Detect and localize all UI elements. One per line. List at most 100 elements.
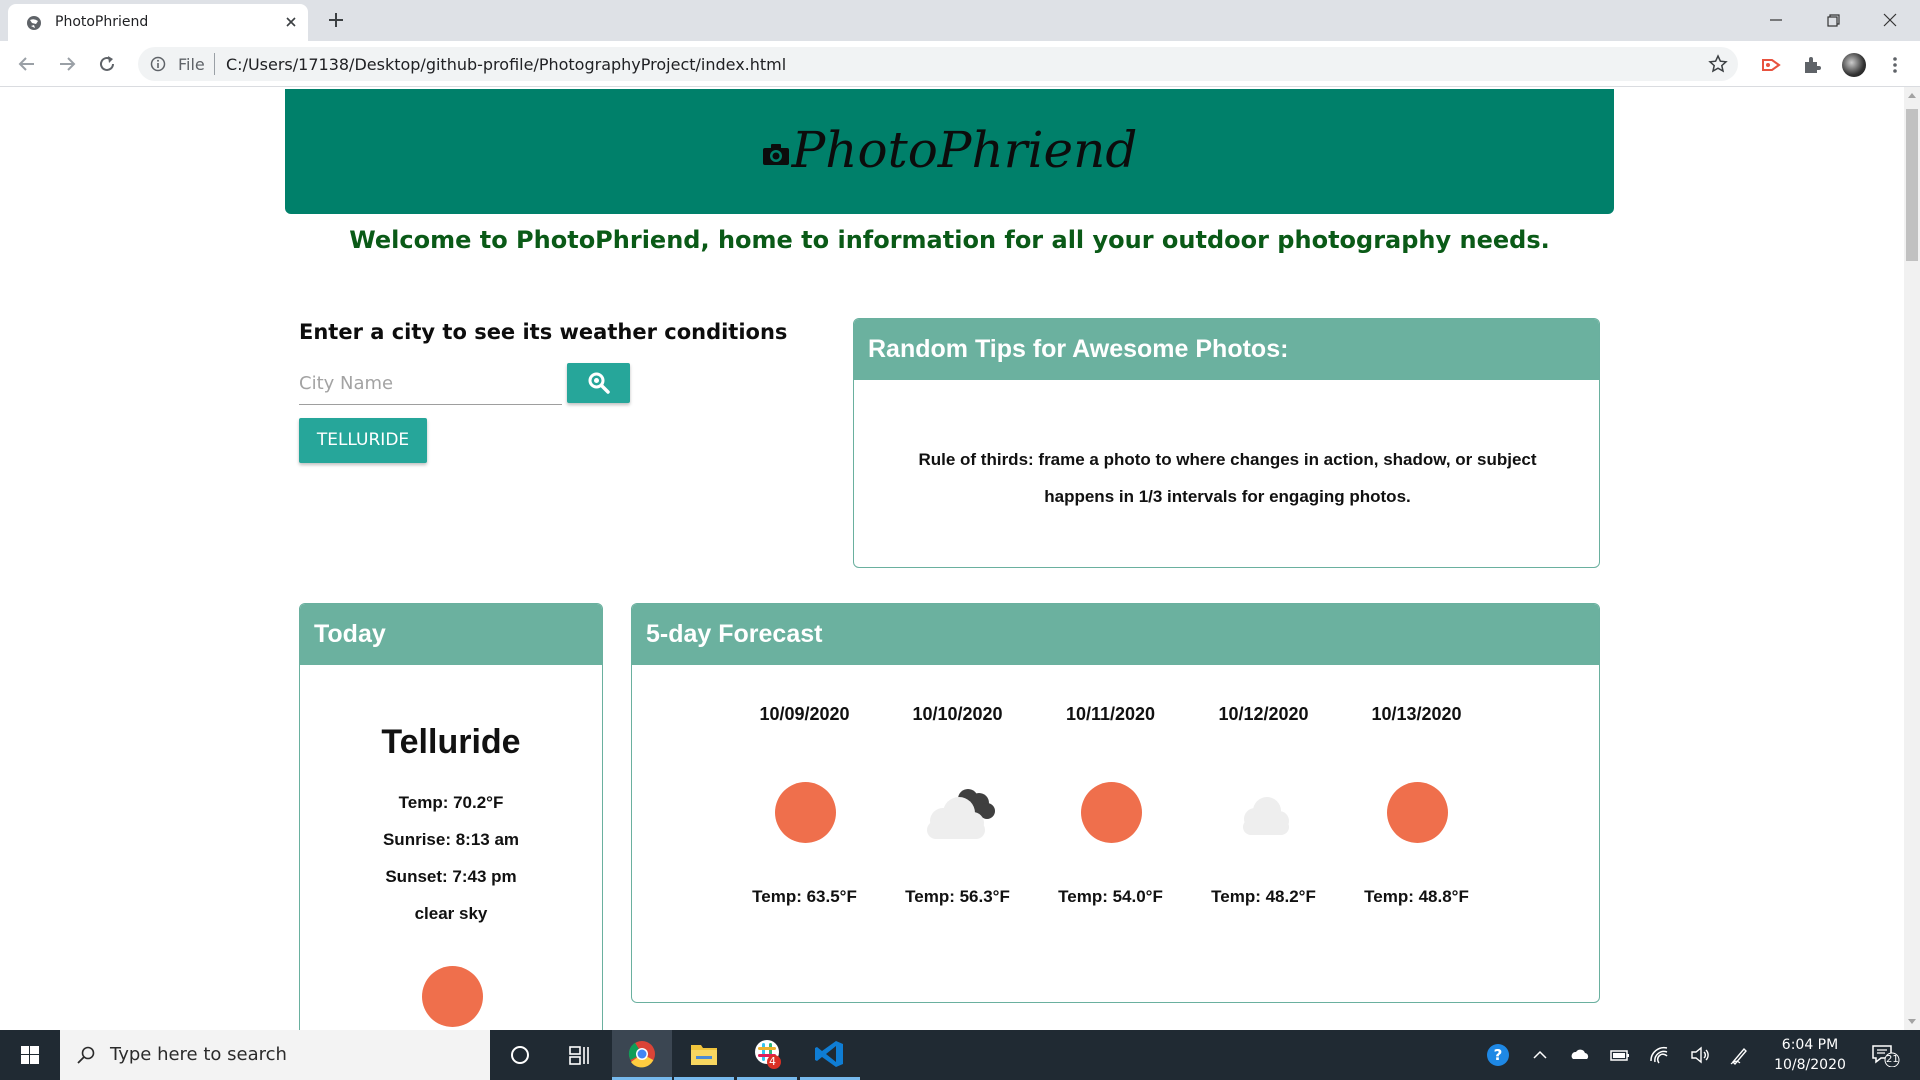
wifi-icon[interactable] [1648,1043,1672,1067]
forecast-date: 10/09/2020 [759,704,850,724]
broken-clouds-icon [913,777,1003,847]
globe-icon [27,16,41,30]
slack-badge-count: 4 [769,1055,776,1068]
search-heading: Enter a city to see its weather conditio… [299,320,788,344]
profile-avatar[interactable] [1842,53,1866,77]
tips-title: Random Tips for Awesome Photos: [868,335,1289,363]
camera-icon [762,144,789,165]
chrome-icon [628,1041,655,1068]
today-title: Today [314,620,386,648]
restore-icon[interactable] [1821,8,1845,32]
taskbar-vscode[interactable] [800,1030,860,1080]
slack-icon [755,1040,781,1069]
menu-kebab-icon[interactable] [1884,54,1906,76]
tips-card-header: Random Tips for Awesome Photos: [854,319,1599,380]
forward-icon[interactable] [56,53,78,75]
today-card-header: Today [300,604,602,665]
taskbar-search-placeholder: Type here to search [110,1044,287,1065]
info-icon[interactable] [150,56,166,72]
browser-tab-strip: PhotoPhriend [0,0,1920,41]
hero-banner: PhotoPhriend [285,89,1614,214]
today-card: Today Telluride Temp: 70.2°F Sunrise: 8:… [299,603,603,1030]
taskbar-search-box[interactable]: Type here to search [60,1030,490,1080]
bookmark-star-icon[interactable] [1708,54,1728,74]
forecast-day: 10/11/2020 Temp: 54.0°F [1034,704,1187,907]
forecast-card: 5-day Forecast 10/09/2020 Temp: 63.5°F 1… [631,603,1600,1003]
chevron-up-icon[interactable] [1528,1043,1552,1067]
notification-count: 21 [1886,1054,1899,1065]
forecast-day: 10/13/2020 Temp: 48.8°F [1340,704,1493,907]
close-tab-icon[interactable] [283,14,299,30]
tip-text: Rule of thirds: frame a photo to where c… [918,450,1537,506]
vscode-icon [815,1041,843,1067]
forecast-date: 10/11/2020 [1065,704,1156,724]
taskbar-slack[interactable]: 4 [737,1030,797,1080]
folder-icon [691,1045,717,1065]
sun-icon [1372,777,1462,847]
help-icon[interactable]: ? [1486,1043,1510,1067]
action-center[interactable]: 21 [1870,1043,1900,1068]
forecast-date: 10/12/2020 [1218,704,1309,724]
today-sunset: Sunset: 7:43 pm [385,867,517,886]
taskbar-chrome[interactable] [612,1030,672,1080]
sun-icon [1066,777,1156,847]
address-bar[interactable]: File C:/Users/17138/Desktop/github-profi… [138,47,1738,81]
extensions-puzzle-icon[interactable] [1801,54,1823,76]
forecast-temp: Temp: 63.5°F [752,887,857,906]
windows-start-icon[interactable] [0,1030,60,1080]
tips-card: Random Tips for Awesome Photos: Rule of … [853,318,1600,568]
forecast-day: 10/10/2020 Temp: 56.3°F [881,704,1034,907]
history-city-button[interactable]: TELLURIDE [299,418,427,463]
forecast-card-header: 5-day Forecast [632,604,1599,665]
volume-icon[interactable] [1688,1043,1712,1067]
url-text[interactable]: C:/Users/17138/Desktop/github-profile/Ph… [226,55,786,74]
today-temp: Temp: 70.2°F [398,793,504,812]
tab-title: PhotoPhriend [55,14,149,30]
new-tab-icon[interactable] [326,10,346,30]
cloud-icon [1219,777,1309,847]
forecast-day: 10/12/2020 Temp: 48.2°F [1187,704,1340,907]
svg-text:?: ? [1494,1046,1503,1064]
browser-tab[interactable]: PhotoPhriend [8,4,308,41]
search-button[interactable] [567,363,630,403]
page-scrollbar[interactable] [1904,87,1920,1030]
scroll-up-arrow-icon[interactable] [1908,93,1916,98]
forecast-date: 10/13/2020 [1371,704,1462,724]
back-icon[interactable] [16,53,38,75]
today-city: Telluride [381,723,521,761]
brand-title: PhotoPhriend [285,121,1614,179]
sun-icon [422,966,483,1027]
forecast-title: 5-day Forecast [646,620,823,648]
pen-ink-icon[interactable] [1728,1043,1752,1067]
scroll-down-arrow-icon[interactable] [1908,1019,1916,1024]
clock-time: 6:04 PM [1781,1037,1839,1053]
battery-icon[interactable] [1608,1043,1632,1067]
task-view-icon[interactable] [550,1030,610,1080]
url-separator [214,53,215,75]
scroll-thumb[interactable] [1906,109,1918,261]
search-icon [588,372,610,394]
browser-toolbar: File C:/Users/17138/Desktop/github-profi… [0,41,1920,87]
city-name-input[interactable] [299,363,562,405]
forecast-temp: Temp: 48.8°F [1364,887,1469,906]
cast-extension-icon[interactable] [1760,54,1782,76]
brand-name: PhotoPhriend [791,121,1138,179]
cortana-icon[interactable] [490,1030,550,1080]
reload-icon[interactable] [96,53,118,75]
taskbar-file-explorer[interactable] [674,1030,734,1080]
sun-icon [760,777,850,847]
forecast-temp: Temp: 54.0°F [1058,887,1163,906]
forecast-date: 10/10/2020 [912,704,1003,724]
forecast-day: 10/09/2020 Temp: 63.5°F [728,704,881,907]
minimize-icon[interactable] [1764,8,1788,32]
forecast-temp: Temp: 56.3°F [905,887,1010,906]
welcome-message: Welcome to PhotoPhriend, home to informa… [349,226,1550,254]
system-clock[interactable]: 6:04 PM 10/8/2020 [1760,1035,1860,1075]
today-description: clear sky [414,904,488,923]
today-sunrise: Sunrise: 8:13 am [382,830,520,849]
windows-taskbar: Type here to search 4 ? 6:04 PM 10/8/202… [0,1030,1920,1080]
clock-date: 10/8/2020 [1774,1057,1846,1073]
page-viewport: PhotoPhriend Welcome to PhotoPhriend, ho… [0,87,1904,1030]
onedrive-cloud-icon[interactable] [1568,1043,1592,1067]
close-window-icon[interactable] [1878,8,1902,32]
